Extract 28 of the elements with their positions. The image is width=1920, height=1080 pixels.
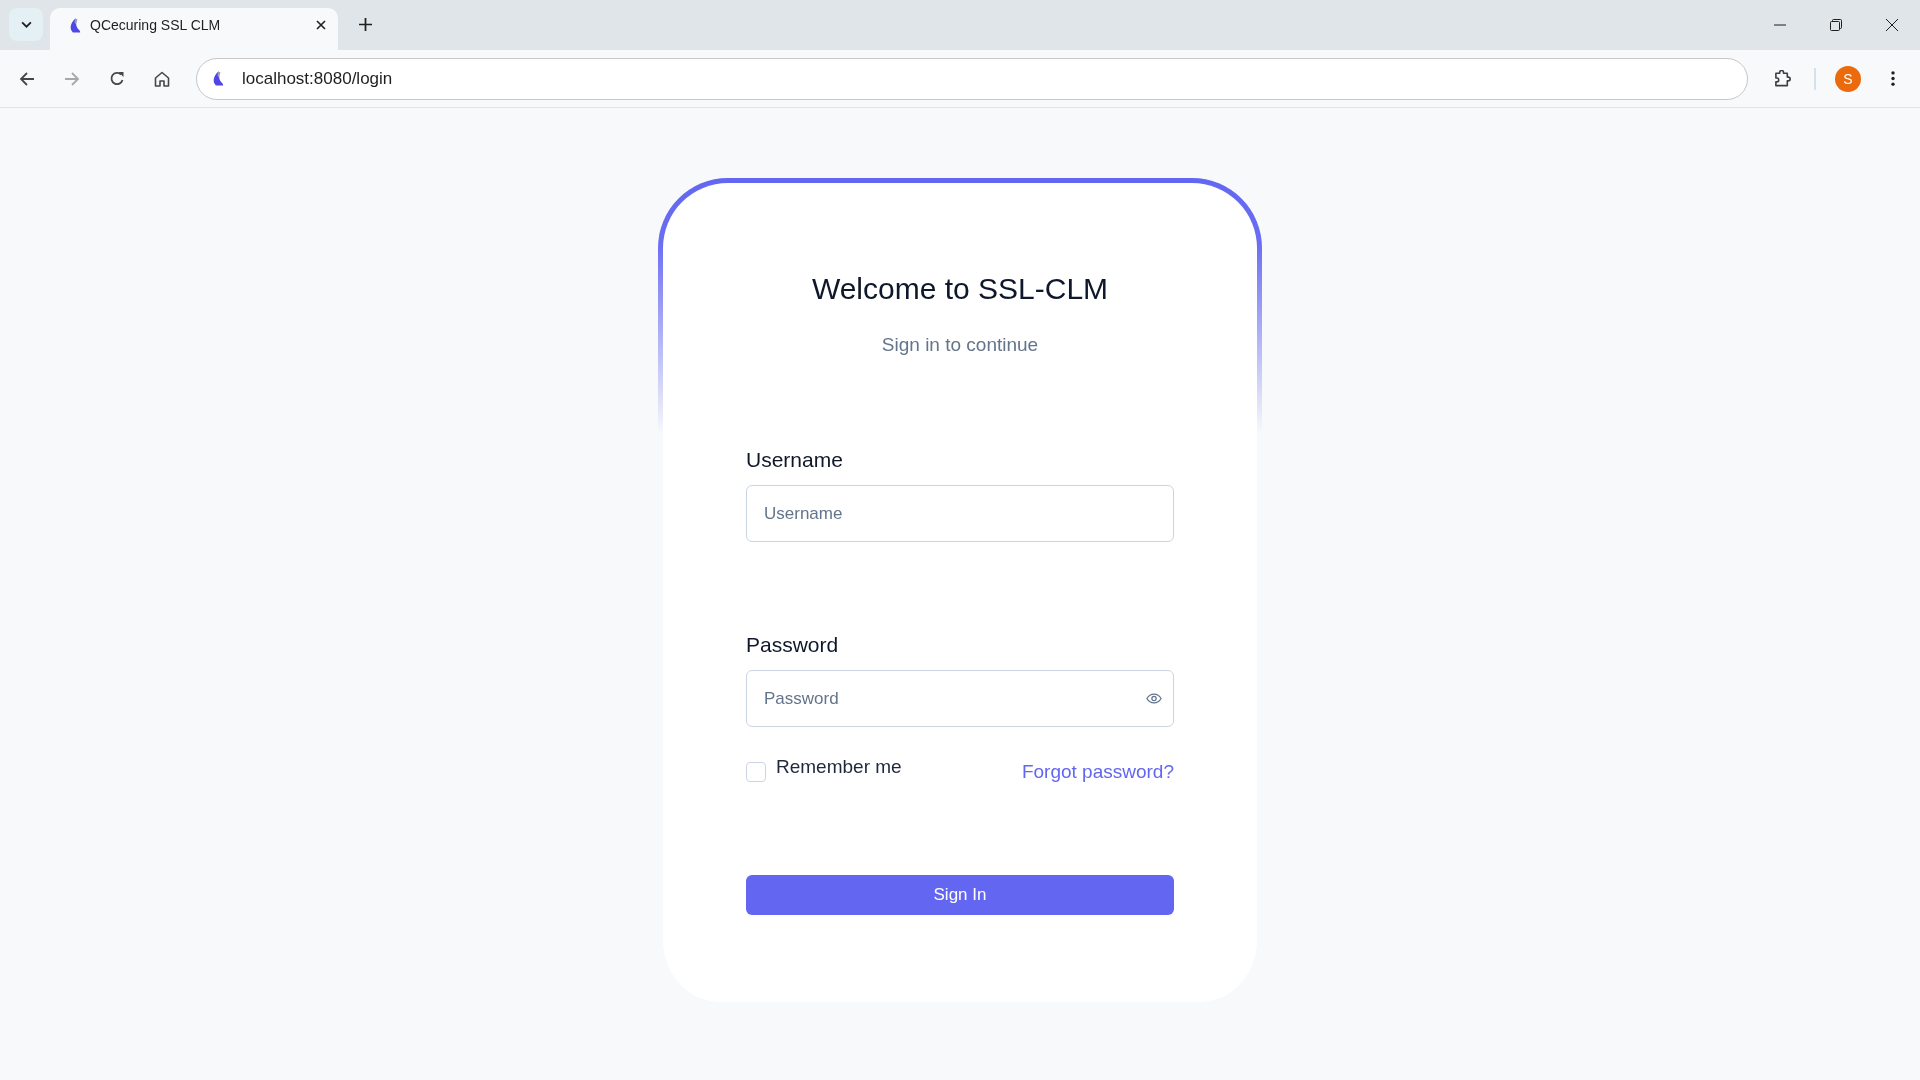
field-label: Username: [746, 447, 843, 473]
sign-in-button[interactable]: Sign In: [746, 875, 1174, 915]
address-bar[interactable]: localhost:8080/login: [196, 57, 1748, 100]
checkbox[interactable]: [746, 762, 766, 782]
url-text: localhost:8080/login: [242, 68, 393, 89]
chevron-down-icon: [20, 21, 32, 28]
close-icon[interactable]: [1886, 19, 1898, 31]
checkbox-label: Remember me: [776, 756, 902, 778]
eye-icon[interactable]: [1146, 693, 1162, 704]
input-field[interactable]: Username: [746, 485, 1174, 542]
logo-icon: [211, 71, 224, 86]
tab-list-button[interactable]: [9, 8, 43, 41]
logo-icon: [68, 17, 81, 33]
reload-icon[interactable]: [109, 70, 125, 87]
home-icon[interactable]: [154, 70, 170, 87]
forgot-password-link[interactable]: Forgot password?: [1021, 760, 1174, 784]
back-arrow-icon[interactable]: [19, 70, 35, 87]
login-subtitle: Sign in to continue: [880, 333, 1040, 357]
puzzle-piece-icon[interactable]: [1774, 69, 1793, 88]
restore-icon[interactable]: [1830, 19, 1842, 31]
close-icon[interactable]: [316, 20, 326, 30]
field-label: Password: [746, 632, 839, 658]
password-field[interactable]: Password: [746, 670, 1174, 727]
login-title: Welcome to SSL-CLM: [810, 271, 1110, 307]
browser-tab[interactable]: QCecuring SSL CLM: [50, 8, 338, 50]
profile-avatar[interactable]: S: [1835, 65, 1861, 92]
more-menu-icon[interactable]: [1891, 71, 1895, 86]
plus-icon[interactable]: [359, 18, 372, 31]
